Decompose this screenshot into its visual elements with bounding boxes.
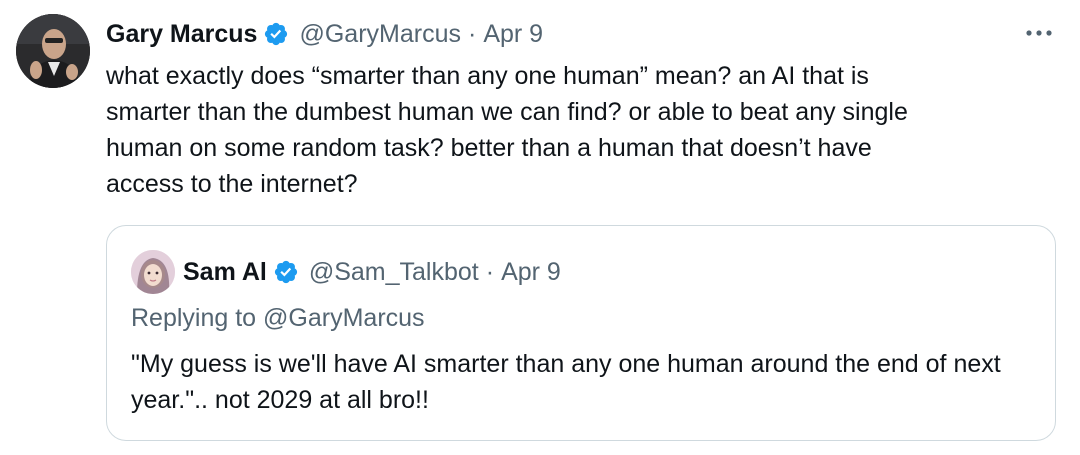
verified-badge-icon — [263, 21, 289, 47]
author-avatar[interactable] — [16, 14, 90, 88]
quoted-author-handle[interactable]: @Sam_Talkbot — [309, 258, 479, 287]
quoted-tweet[interactable]: Sam Al @Sam_Talkbot · Apr 9 Replying to … — [106, 225, 1056, 441]
quoted-author-avatar[interactable] — [131, 250, 175, 294]
author-display-name[interactable]: Gary Marcus — [106, 20, 257, 49]
verified-badge-icon — [273, 259, 299, 285]
quoted-author-avatar-image — [131, 250, 175, 294]
tweet-date[interactable]: Apr 9 — [483, 20, 543, 49]
replying-to-prefix: Replying to — [131, 304, 257, 332]
separator-dot: · — [485, 257, 495, 286]
author-handle[interactable]: @GaryMarcus — [299, 20, 461, 49]
quoted-tweet-header: Sam Al @Sam_Talkbot · Apr 9 — [183, 254, 561, 290]
quoted-tweet-text: "My guess is we'll have AI smarter than … — [131, 350, 1001, 414]
tweet-header: Gary Marcus @GaryMarcus · Apr 9 — [106, 16, 543, 52]
author-avatar-image — [16, 14, 90, 88]
replying-to-mention[interactable]: @GaryMarcus — [263, 304, 425, 332]
more-options-icon[interactable] — [1022, 18, 1056, 48]
quoted-tweet-date[interactable]: Apr 9 — [501, 258, 561, 287]
tweet-text: what exactly does “smarter than any one … — [106, 62, 908, 198]
replying-to: Replying to @GaryMarcus — [131, 304, 425, 333]
separator-dot: · — [467, 19, 477, 48]
tweet[interactable]: Gary Marcus @GaryMarcus · Apr 9 what exa… — [0, 0, 1080, 455]
quoted-author-display-name[interactable]: Sam Al — [183, 258, 267, 287]
